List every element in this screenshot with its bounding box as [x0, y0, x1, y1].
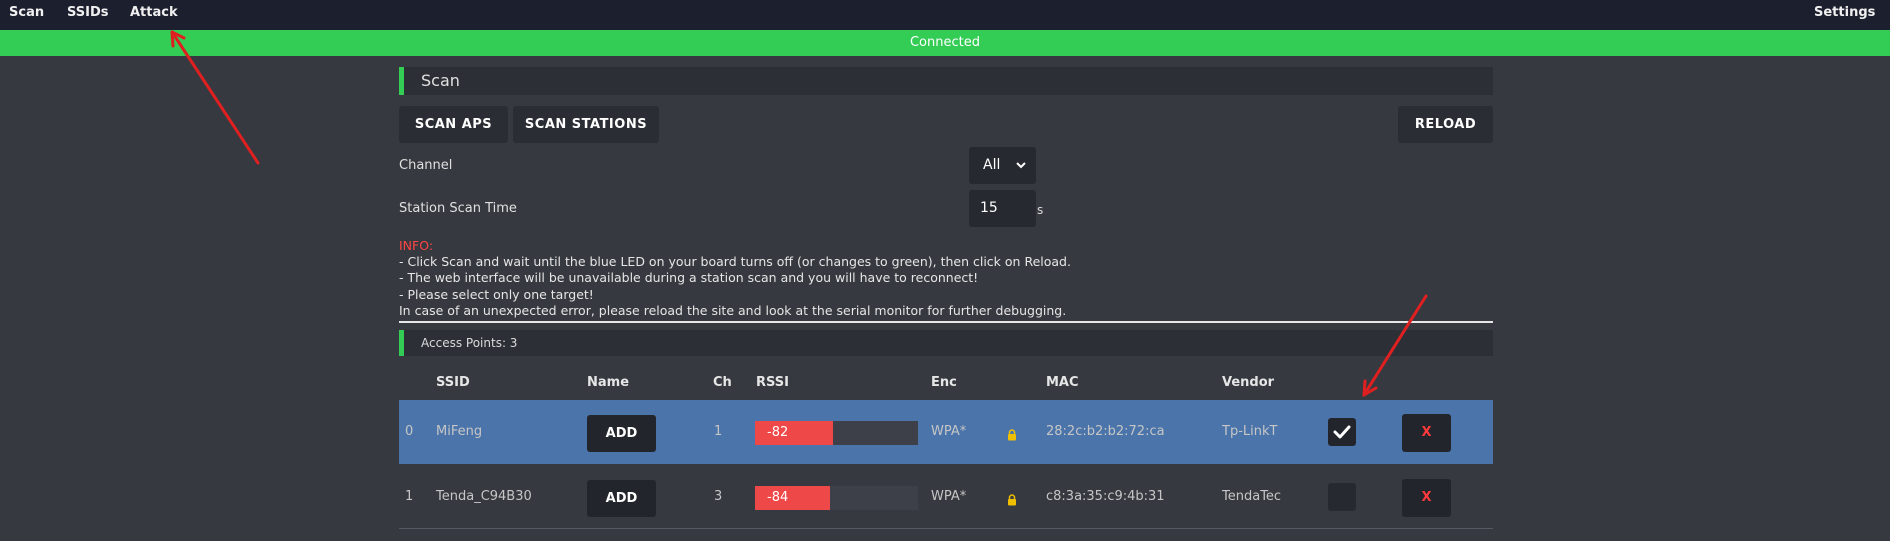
- delete-button[interactable]: X: [1402, 479, 1451, 517]
- station-scan-time-input[interactable]: 15: [969, 190, 1036, 227]
- info-block: INFO: - Click Scan and wait until the bl…: [399, 238, 1071, 319]
- row-vendor: TendaTec: [1222, 489, 1282, 504]
- select-checkbox[interactable]: [1328, 418, 1356, 446]
- col-header-name: Name: [587, 375, 630, 390]
- col-header-enc: Enc: [931, 375, 957, 390]
- scan-stations-button[interactable]: SCAN STATIONS: [513, 106, 659, 143]
- channel-select-value: All: [983, 157, 1001, 173]
- add-button[interactable]: ADD: [587, 480, 656, 517]
- rssi-bar: -84: [755, 486, 918, 510]
- row-channel: 1: [714, 424, 723, 439]
- info-line: - The web interface will be unavailable …: [399, 270, 979, 286]
- row-enc: WPA*: [931, 424, 967, 439]
- col-header-vendor: Vendor: [1222, 375, 1275, 390]
- row-index: 0: [405, 424, 414, 439]
- channel-select[interactable]: All: [969, 147, 1036, 184]
- info-heading: INFO:: [399, 238, 434, 253]
- row-index: 1: [405, 489, 414, 504]
- nav-ssids[interactable]: SSIDs: [67, 5, 109, 20]
- station-scan-time-unit: s: [1037, 203, 1044, 217]
- nav-scan[interactable]: Scan: [9, 5, 44, 20]
- col-header-mac: MAC: [1046, 375, 1079, 390]
- channel-label: Channel: [399, 158, 453, 173]
- row-vendor: Tp-LinkT: [1222, 424, 1278, 439]
- reload-button[interactable]: RELOAD: [1398, 106, 1493, 143]
- row-channel: 3: [714, 489, 723, 504]
- lock-icon: [1007, 426, 1017, 441]
- table-row[interactable]: 0 MiFeng ADD 1 -82 WPA* 28:2c:b2:b2:72:c…: [399, 400, 1493, 464]
- row-enc: WPA*: [931, 489, 967, 504]
- scan-aps-button[interactable]: SCAN APS: [399, 106, 508, 143]
- top-nav: Scan SSIDs Attack Settings: [0, 0, 1890, 30]
- scan-panel-title: Scan: [399, 67, 1493, 95]
- col-header-ssid: SSID: [436, 375, 470, 390]
- info-line: In case of an unexpected error, please r…: [399, 302, 1067, 318]
- nav-settings[interactable]: Settings: [1814, 5, 1875, 20]
- divider: [399, 321, 1493, 323]
- rssi-value: -84: [767, 490, 789, 505]
- rssi-bar: -82: [755, 421, 918, 445]
- rssi-value: -82: [767, 425, 789, 440]
- select-checkbox[interactable]: [1328, 483, 1356, 511]
- lock-icon: [1007, 491, 1017, 506]
- row-ssid: MiFeng: [436, 424, 483, 439]
- row-mac: 28:2c:b2:b2:72:ca: [1046, 424, 1165, 439]
- station-scan-time-label: Station Scan Time: [399, 201, 517, 216]
- row-mac: c8:3a:35:c9:4b:31: [1046, 489, 1165, 504]
- nav-attack[interactable]: Attack: [130, 5, 178, 20]
- row-ssid: Tenda_C94B30: [436, 489, 532, 504]
- add-button[interactable]: ADD: [587, 415, 656, 452]
- table-row[interactable]: 1 Tenda_C94B30 ADD 3 -84 WPA* c8:3a:35:c…: [399, 465, 1493, 529]
- col-header-ch: Ch: [713, 375, 732, 390]
- delete-button[interactable]: X: [1402, 414, 1451, 452]
- access-points-title: Access Points: 3: [399, 330, 1493, 356]
- col-header-rssi: RSSI: [756, 375, 789, 390]
- info-line: - Please select only one target!: [399, 286, 594, 302]
- info-line: - Click Scan and wait until the blue LED…: [399, 254, 1071, 270]
- status-bar: Connected: [0, 30, 1890, 56]
